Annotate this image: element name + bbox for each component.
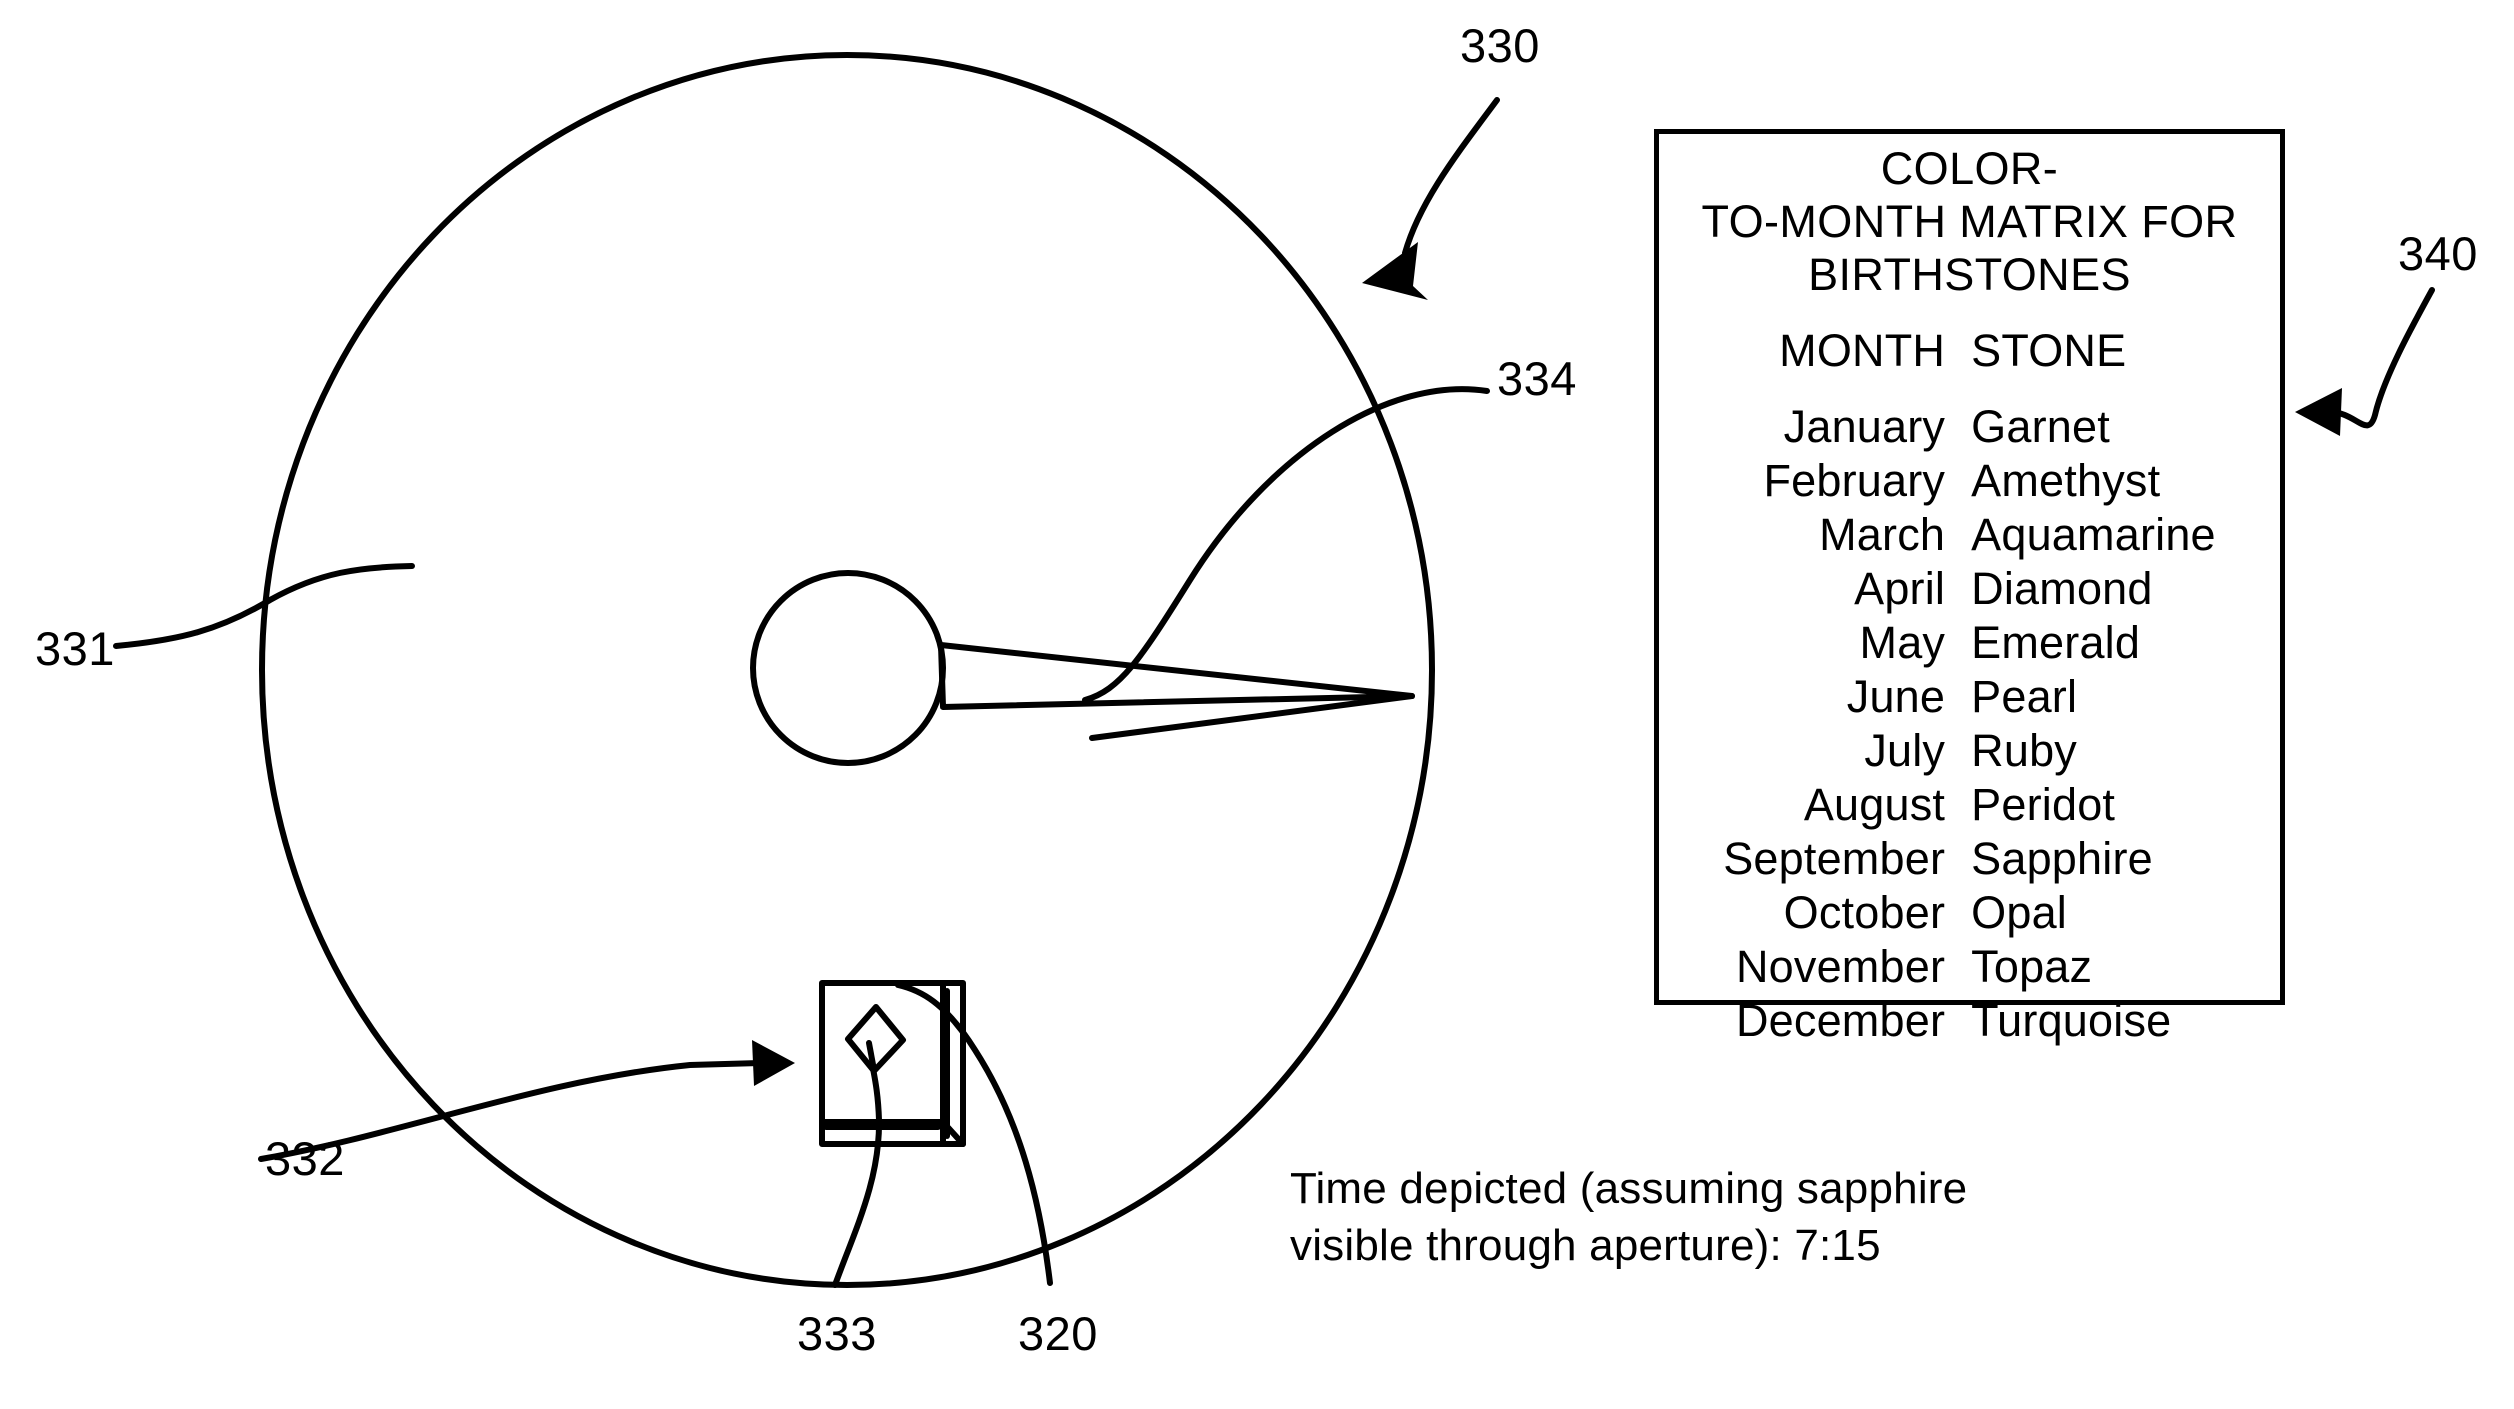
cell-stone: Aquamarine (1971, 509, 2216, 560)
column-header-stone: STONE (1971, 325, 2127, 376)
table-row: March Aquamarine (1723, 508, 2216, 562)
table-row: February Amethyst (1723, 454, 2216, 508)
cell-stone: Amethyst (1971, 455, 2161, 506)
cell-stone: Garnet (1971, 401, 2110, 452)
table-header-row: MONTH STONE (1723, 324, 2216, 400)
cell-stone: Ruby (1971, 725, 2077, 776)
clock-center-hub (750, 570, 946, 766)
cell-month: February (1763, 455, 1946, 506)
ref-numeral-333: 333 (797, 1307, 877, 1360)
figure-caption: Time depicted (assuming sapphire visible… (1290, 1164, 1968, 1270)
leader-line-333 (832, 1060, 883, 1288)
cell-month: June (1846, 671, 1946, 722)
matrix-title: COLOR- TO-MONTH MATRIX FOR BIRTHSTONES (1701, 143, 2238, 300)
table-row: April Diamond (1723, 562, 2216, 616)
clock-hand (938, 642, 1415, 710)
ref-numeral-330: 330 (1460, 19, 1540, 72)
table-row: July Ruby (1723, 724, 2216, 778)
leader-line-330 (1402, 97, 1500, 256)
table-row: September Sapphire (1723, 832, 2216, 886)
cell-month: October (1783, 887, 1946, 938)
clock-face-outer-circle (259, 52, 1435, 1288)
cell-stone: Diamond (1971, 563, 2153, 614)
cell-month: July (1864, 725, 1946, 776)
table-row: January Garnet (1723, 400, 2216, 454)
matrix-table: MONTH STONE January Garnet February Amet… (1664, 324, 2275, 1048)
cell-stone: Turquoise (1971, 995, 2172, 1046)
cell-month: January (1783, 401, 1946, 452)
cell-month: August (1803, 779, 1946, 830)
cell-month: September (1723, 833, 1946, 884)
cell-month: May (1859, 617, 1946, 668)
cell-stone: Peridot (1971, 779, 2116, 830)
table-row: October Opal (1723, 886, 2216, 940)
table-row: May Emerald (1723, 616, 2216, 670)
arrowhead-330 (1362, 242, 1428, 300)
table-row: August Peridot (1723, 778, 2216, 832)
column-header-month: MONTH (1779, 325, 1946, 376)
arrowhead-340 (2295, 388, 2342, 436)
birthstone-table: MONTH STONE January Garnet February Amet… (1723, 324, 2216, 1048)
table-row: December Turquoise (1723, 994, 2216, 1048)
table-row: June Pearl (1723, 670, 2216, 724)
ref-numeral-340: 340 (2398, 227, 2478, 280)
cell-month: November (1735, 941, 1946, 992)
arrowhead-332 (752, 1040, 795, 1086)
table-row: November Topaz (1723, 940, 2216, 994)
birthstone-table-body: MONTH STONE January Garnet February Amet… (1723, 324, 2216, 1048)
leader-line-340 (2327, 287, 2435, 429)
patent-figure: 330 334 331 332 333 320 340 COLOR- TO-MO… (0, 0, 2514, 1409)
cell-month: December (1735, 995, 1946, 1046)
cell-stone: Opal (1971, 887, 2067, 938)
ref-numeral-332: 332 (265, 1132, 345, 1185)
leader-line-334 (1082, 386, 1490, 703)
cell-month: April (1854, 563, 1946, 614)
leader-line-320 (895, 982, 1053, 1286)
cell-stone: Sapphire (1971, 833, 2153, 884)
cell-stone: Topaz (1971, 941, 2093, 992)
gemstone (845, 1004, 906, 1074)
ref-numeral-334: 334 (1497, 352, 1577, 405)
cell-stone: Pearl (1971, 671, 2078, 722)
ref-numeral-331: 331 (35, 622, 115, 675)
cell-month: March (1819, 509, 1946, 560)
ref-numeral-320: 320 (1018, 1307, 1098, 1360)
cell-stone: Emerald (1971, 617, 2141, 668)
